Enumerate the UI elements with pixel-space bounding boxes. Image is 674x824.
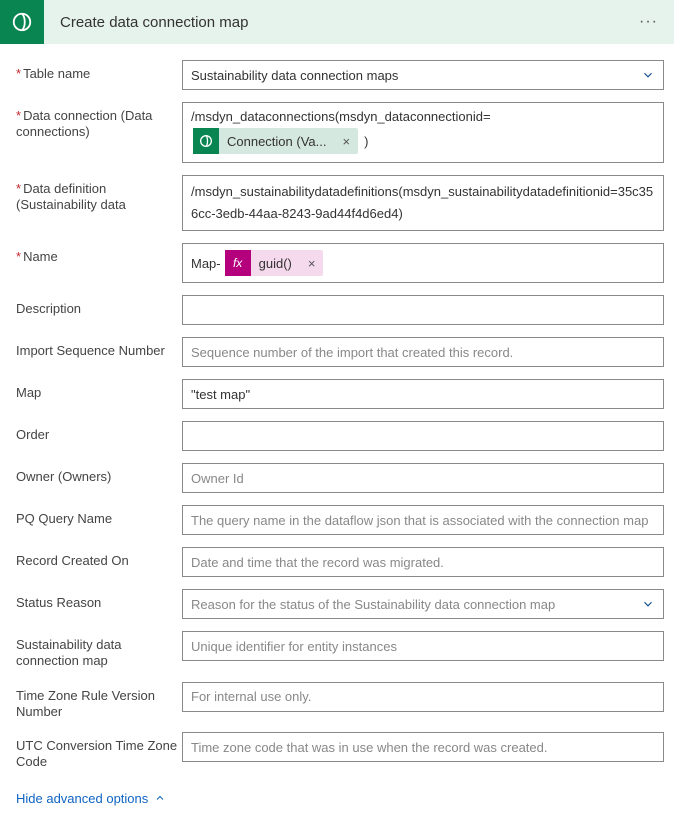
row-import-seq: Import Sequence Number Sequence number o… xyxy=(16,337,664,367)
label-scm: Sustainability data connection map xyxy=(16,631,182,670)
data-definition-input[interactable]: /msdyn_sustainabilitydatadefinitions(msd… xyxy=(182,175,664,231)
tz-rule-input[interactable]: For internal use only. xyxy=(182,682,664,712)
form-body: Table name Sustainability data connectio… xyxy=(0,44,674,824)
label-name: Name xyxy=(16,243,182,265)
name-prefix: Map- xyxy=(191,256,221,271)
record-created-placeholder: Date and time that the record was migrat… xyxy=(191,555,444,570)
connection-icon xyxy=(193,128,219,154)
row-record-created: Record Created On Date and time that the… xyxy=(16,547,664,577)
table-name-select[interactable]: Sustainability data connection maps xyxy=(182,60,664,90)
row-data-definition: Data definition (Sustainability data /ms… xyxy=(16,175,664,231)
owner-placeholder: Owner Id xyxy=(191,471,244,486)
label-owner: Owner (Owners) xyxy=(16,463,182,485)
row-data-connection: Data connection (Data connections) /msdy… xyxy=(16,102,664,163)
pq-query-placeholder: The query name in the dataflow json that… xyxy=(191,513,648,528)
name-input[interactable]: Map- fx guid() × xyxy=(182,243,664,283)
connection-chip[interactable]: Connection (Va... × xyxy=(193,128,358,154)
row-scm: Sustainability data connection map Uniqu… xyxy=(16,631,664,670)
connection-chip-label: Connection (Va... xyxy=(219,134,334,149)
app-icon xyxy=(0,0,44,44)
row-table-name: Table name Sustainability data connectio… xyxy=(16,60,664,90)
connection-chip-remove[interactable]: × xyxy=(334,134,358,149)
owner-input[interactable]: Owner Id xyxy=(182,463,664,493)
label-description: Description xyxy=(16,295,182,317)
map-input[interactable]: "test map" xyxy=(182,379,664,409)
dialog-header: Create data connection map ··· xyxy=(0,0,674,44)
row-order: Order xyxy=(16,421,664,451)
chevron-down-icon xyxy=(641,597,655,611)
fx-icon: fx xyxy=(225,250,251,276)
label-pq-query: PQ Query Name xyxy=(16,505,182,527)
description-input[interactable] xyxy=(182,295,664,325)
tz-rule-placeholder: For internal use only. xyxy=(191,689,311,704)
record-created-input[interactable]: Date and time that the record was migrat… xyxy=(182,547,664,577)
row-map: Map "test map" xyxy=(16,379,664,409)
row-pq-query: PQ Query Name The query name in the data… xyxy=(16,505,664,535)
data-connection-input[interactable]: /msdyn_dataconnections(msdyn_dataconnect… xyxy=(182,102,664,163)
row-name: Name Map- fx guid() × xyxy=(16,243,664,283)
status-reason-placeholder: Reason for the status of the Sustainabil… xyxy=(191,597,555,612)
more-options-button[interactable]: ··· xyxy=(635,13,662,31)
utc-code-placeholder: Time zone code that was in use when the … xyxy=(191,740,547,755)
chevron-up-icon xyxy=(154,792,166,804)
table-name-value: Sustainability data connection maps xyxy=(191,68,398,83)
pq-query-input[interactable]: The query name in the dataflow json that… xyxy=(182,505,664,535)
label-order: Order xyxy=(16,421,182,443)
data-connection-prefix: /msdyn_dataconnections(msdyn_dataconnect… xyxy=(191,109,491,124)
label-utc-code: UTC Conversion Time Zone Code xyxy=(16,732,182,771)
status-reason-select[interactable]: Reason for the status of the Sustainabil… xyxy=(182,589,664,619)
data-connection-suffix: ) xyxy=(364,134,368,149)
label-map: Map xyxy=(16,379,182,401)
label-data-connection: Data connection (Data connections) xyxy=(16,102,182,141)
import-seq-placeholder: Sequence number of the import that creat… xyxy=(191,345,513,360)
hide-advanced-label: Hide advanced options xyxy=(16,791,148,806)
fx-value: guid() xyxy=(251,256,300,271)
label-table-name: Table name xyxy=(16,60,182,82)
fx-chip-remove[interactable]: × xyxy=(300,256,324,271)
row-owner: Owner (Owners) Owner Id xyxy=(16,463,664,493)
label-tz-rule: Time Zone Rule Version Number xyxy=(16,682,182,721)
label-record-created: Record Created On xyxy=(16,547,182,569)
label-status-reason: Status Reason xyxy=(16,589,182,611)
chevron-down-icon xyxy=(641,68,655,82)
order-input[interactable] xyxy=(182,421,664,451)
label-import-seq: Import Sequence Number xyxy=(16,337,182,359)
row-tz-rule: Time Zone Rule Version Number For intern… xyxy=(16,682,664,721)
dialog-title: Create data connection map xyxy=(44,14,635,31)
scm-input[interactable]: Unique identifier for entity instances xyxy=(182,631,664,661)
label-data-definition: Data definition (Sustainability data xyxy=(16,175,182,214)
import-seq-input[interactable]: Sequence number of the import that creat… xyxy=(182,337,664,367)
map-value: "test map" xyxy=(191,387,250,402)
scm-placeholder: Unique identifier for entity instances xyxy=(191,639,397,654)
row-status-reason: Status Reason Reason for the status of t… xyxy=(16,589,664,619)
row-description: Description xyxy=(16,295,664,325)
row-utc-code: UTC Conversion Time Zone Code Time zone … xyxy=(16,732,664,771)
data-definition-value: /msdyn_sustainabilitydatadefinitions(msd… xyxy=(191,181,655,225)
utc-code-input[interactable]: Time zone code that was in use when the … xyxy=(182,732,664,762)
fx-chip[interactable]: fx guid() × xyxy=(225,250,324,276)
hide-advanced-options-toggle[interactable]: Hide advanced options xyxy=(16,791,166,806)
